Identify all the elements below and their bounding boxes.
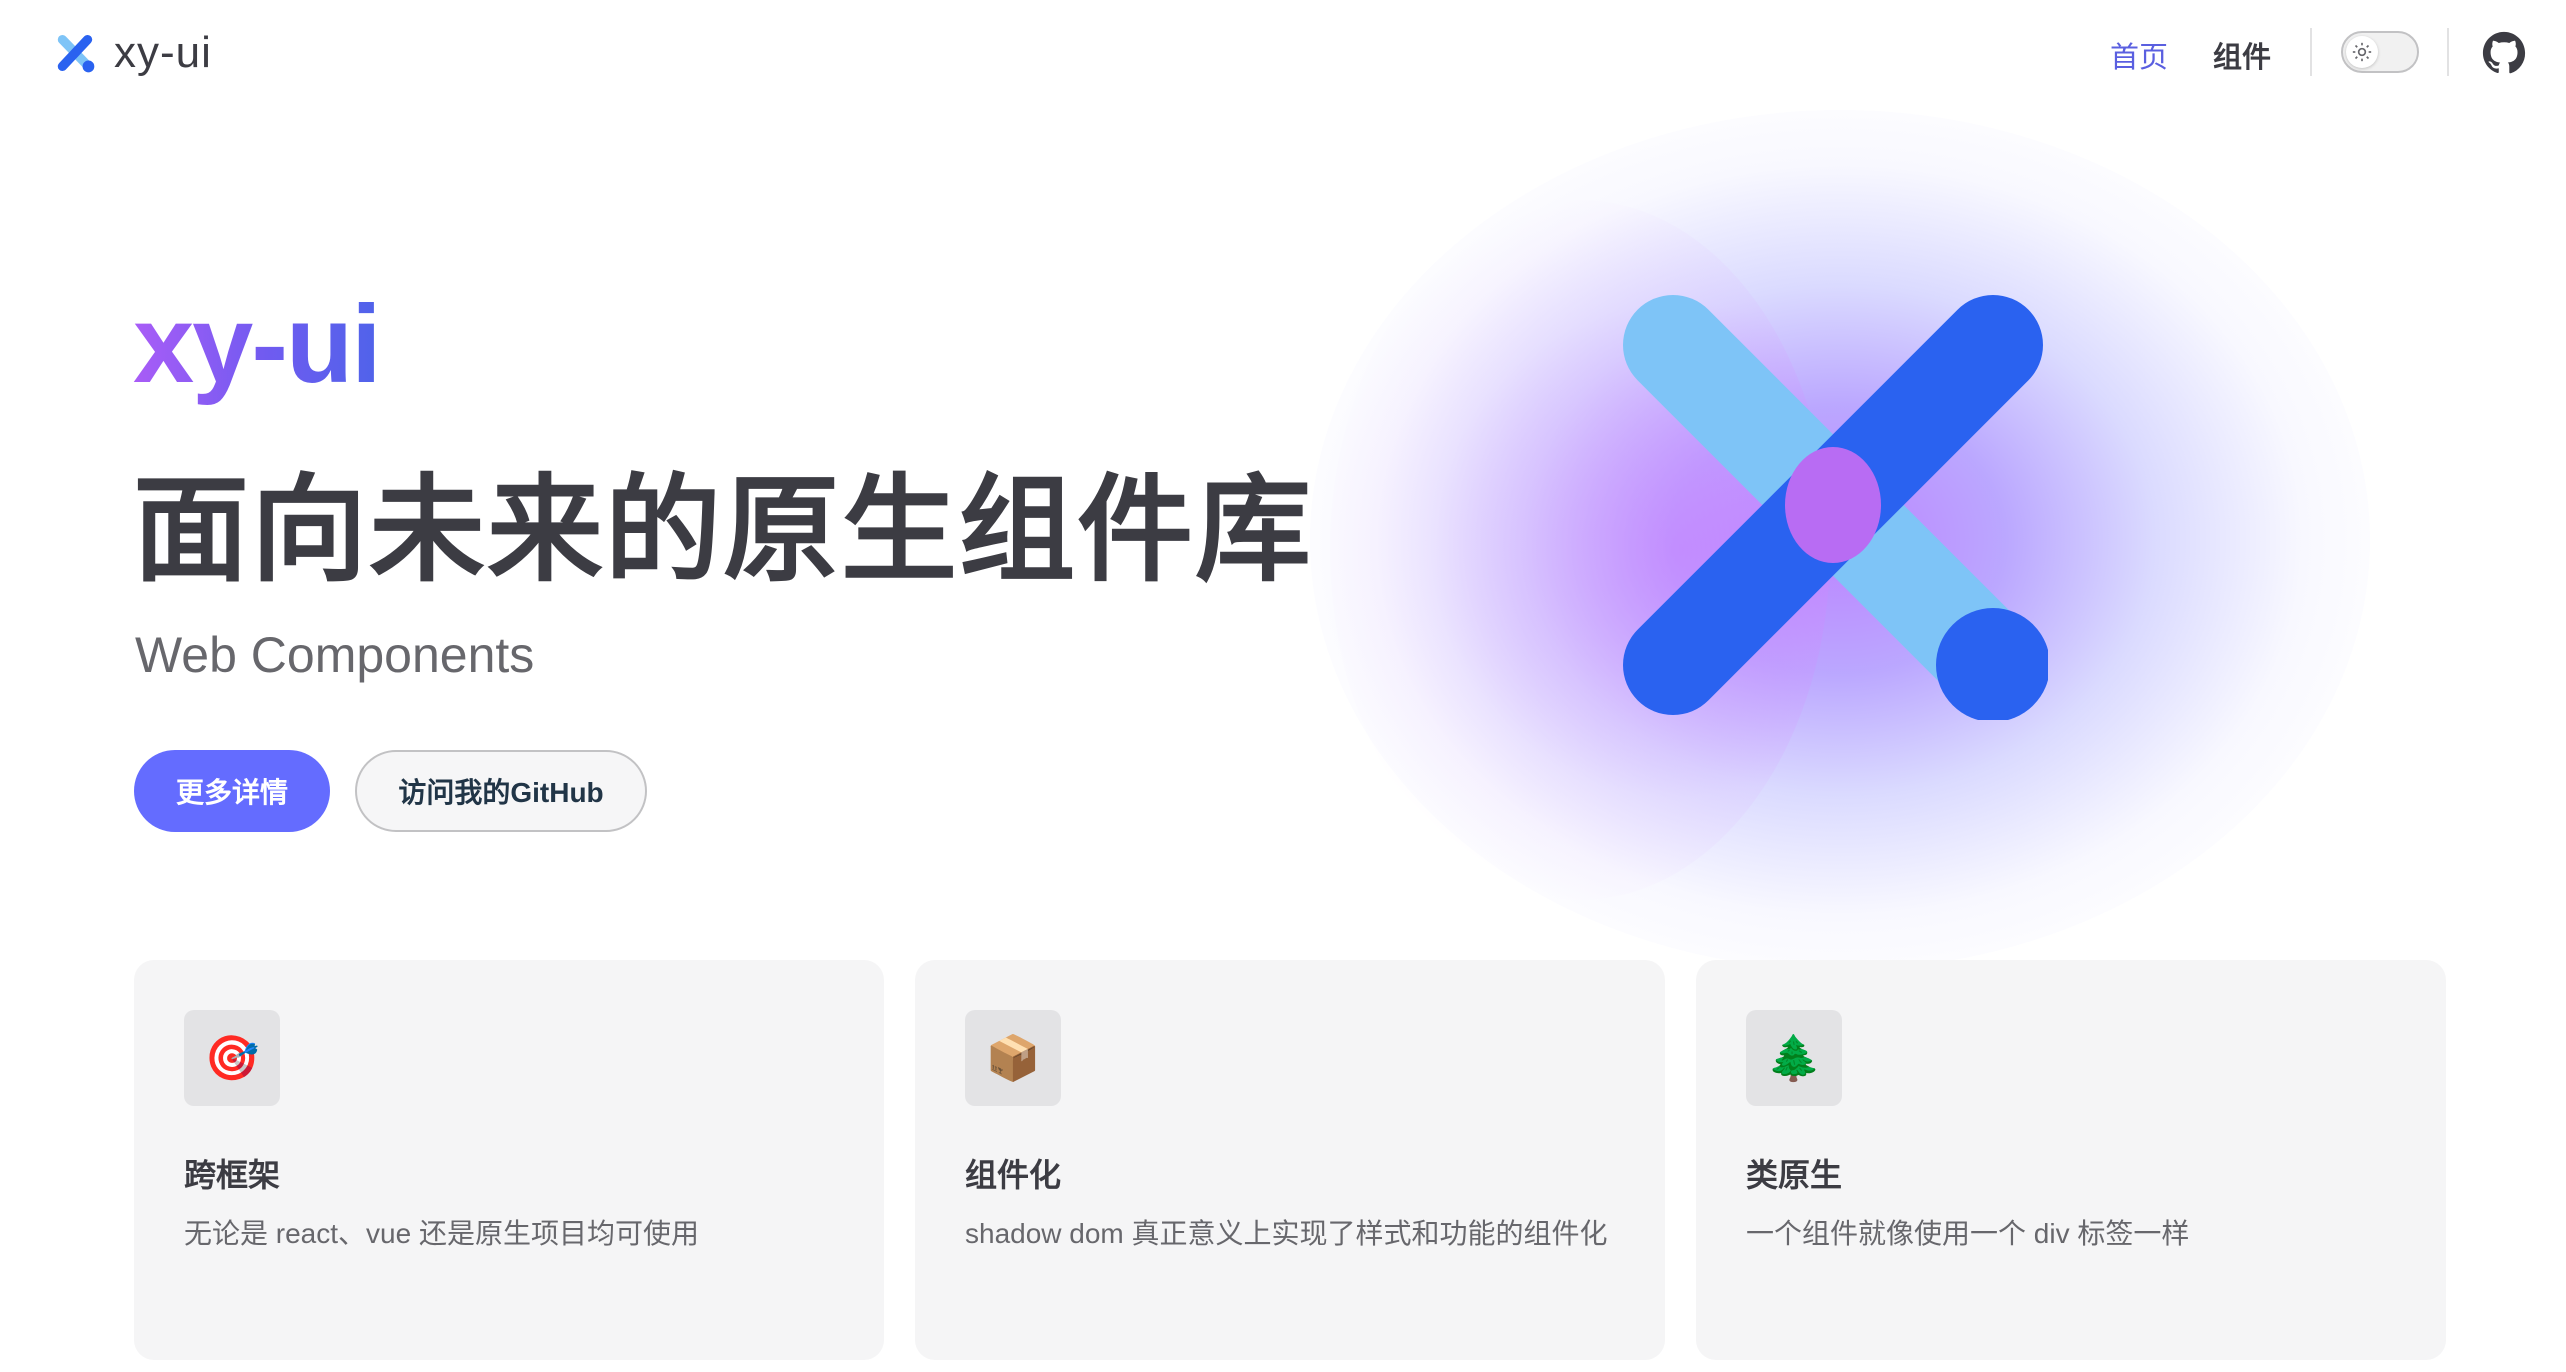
feature-title: 跨框架	[184, 1157, 281, 1193]
feature-card: 🎯 跨框架 无论是 react、vue 还是原生项目均可使用	[134, 960, 884, 1360]
hero-xy-logo-icon	[1623, 295, 2048, 720]
feature-title: 类原生	[1746, 1157, 1843, 1193]
feature-details: shadow dom 真正意义上实现了样式和功能的组件化	[965, 1218, 1608, 1249]
nav-link-components[interactable]: 组件	[2213, 34, 2271, 76]
hero-name: xy-ui	[133, 280, 382, 410]
visit-github-button[interactable]: 访问我的GitHub	[355, 750, 647, 832]
tree-icon: 🌲	[1746, 1010, 1842, 1106]
theme-toggle-switch[interactable]	[2341, 31, 2419, 73]
package-icon: 📦	[965, 1010, 1061, 1106]
more-details-button[interactable]: 更多详情	[134, 750, 330, 832]
github-icon[interactable]	[2482, 31, 2526, 75]
hero-text: 面向未来的原生组件库	[133, 465, 1313, 595]
nav-divider	[2447, 28, 2449, 76]
nav-divider	[2310, 28, 2312, 76]
target-icon: 🎯	[184, 1010, 280, 1106]
hero-tagline: Web Components	[135, 627, 535, 683]
feature-card: 🌲 类原生 一个组件就像使用一个 div 标签一样	[1696, 960, 2446, 1360]
nav-link-home[interactable]: 首页	[2110, 34, 2168, 76]
navbar: xy-ui 首页 组件	[0, 0, 2566, 106]
feature-title: 组件化	[965, 1157, 1062, 1193]
feature-card: 📦 组件化 shadow dom 真正意义上实现了样式和功能的组件化	[915, 960, 1665, 1360]
brand-link[interactable]: xy-ui	[54, 28, 212, 78]
feature-details: 一个组件就像使用一个 div 标签一样	[1746, 1218, 2190, 1249]
feature-details: 无论是 react、vue 还是原生项目均可使用	[184, 1218, 699, 1249]
xy-logo-icon	[57, 34, 95, 73]
sun-icon	[2346, 36, 2378, 68]
brand-title: xy-ui	[114, 28, 212, 77]
